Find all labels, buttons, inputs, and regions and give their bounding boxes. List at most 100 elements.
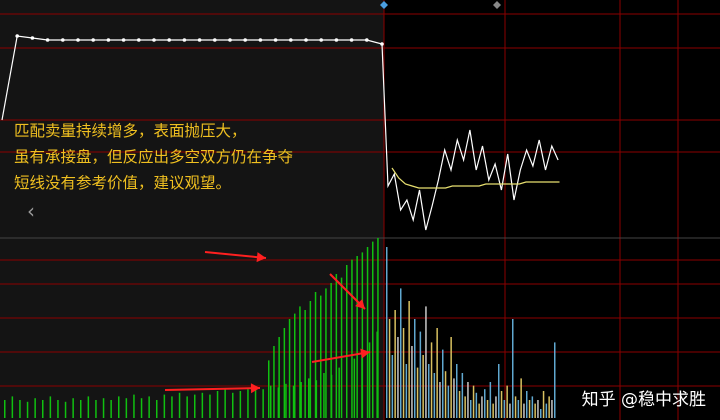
volume-bar: [49, 396, 52, 418]
price-point: [121, 38, 126, 42]
volume-bar: [467, 382, 469, 418]
volume-bar: [42, 400, 44, 418]
volume-bar: [554, 342, 556, 418]
volume-bar: [430, 342, 433, 418]
volume-bar: [57, 400, 59, 418]
intraday-chart: [0, 0, 720, 420]
volume-bar: [194, 394, 196, 418]
volume-bar: [361, 252, 364, 418]
volume-bar: [285, 383, 287, 418]
volume-bar: [464, 396, 466, 418]
volume-bar: [470, 400, 472, 418]
volume-bar: [486, 400, 489, 418]
volume-bar: [411, 346, 413, 418]
volume-bar: [278, 337, 280, 418]
volume-bar: [325, 288, 327, 418]
volume-bar: [216, 391, 219, 418]
volume-bar: [186, 396, 188, 418]
annotation-line-1: 匹配卖量持续增多，表面抛压大，: [14, 122, 247, 140]
volume-bar: [500, 391, 503, 418]
volume-bar: [320, 295, 322, 418]
volume-bar: [512, 319, 514, 418]
volume-bar: [304, 310, 306, 418]
volume-bar: [517, 400, 520, 418]
volume-bar: [447, 385, 450, 418]
volume-bar: [551, 400, 553, 418]
volume-bar: [520, 378, 522, 418]
volume-bar: [273, 346, 275, 418]
volume-bar: [283, 328, 286, 418]
volume-bar: [503, 400, 506, 418]
volume-bar: [247, 389, 249, 418]
volume-bar: [338, 367, 340, 418]
price-point: [45, 38, 50, 42]
volume-bar: [163, 394, 166, 418]
price-point: [106, 38, 111, 42]
chart-panel: 匹配卖量持续增多，表面抛压大， 虽有承接盘，但反应出多空双方仍在争夺 短线没有参…: [0, 0, 720, 420]
volume-bar: [294, 313, 296, 418]
volume-bar: [498, 364, 500, 418]
volume-bar: [478, 403, 480, 418]
volume-bar: [416, 367, 419, 418]
volume-bar: [268, 360, 270, 418]
volume-bar: [456, 364, 458, 418]
volume-bar: [95, 400, 97, 418]
volume-bar: [514, 396, 517, 418]
volume-bar: [377, 238, 379, 418]
volume-bar: [335, 274, 338, 418]
price-point: [152, 38, 156, 42]
volume-bar: [102, 398, 105, 418]
volume-bar: [492, 403, 494, 418]
volume-bar: [534, 403, 536, 418]
diamond-marker: [493, 1, 501, 9]
chevron-left-icon[interactable]: ‹: [20, 198, 42, 224]
watermark: 知乎 @稳中求胜: [581, 390, 706, 410]
volume-bar: [408, 301, 410, 418]
volume-bar: [19, 400, 21, 418]
price-point: [30, 36, 35, 40]
volume-bar: [80, 400, 82, 418]
volume-bar: [4, 400, 6, 418]
volume-bar: [372, 241, 374, 418]
volume-bar: [475, 392, 478, 418]
volume-bar: [545, 403, 548, 418]
volume-bar: [351, 259, 353, 418]
volume-bar: [433, 373, 436, 418]
price-point: [380, 42, 384, 46]
price-point: [61, 38, 65, 42]
volume-bar: [353, 358, 356, 418]
volume-bar: [171, 396, 173, 418]
volume-bar: [330, 283, 332, 418]
price-point: [197, 38, 202, 42]
price-point: [258, 38, 263, 42]
volume-bar: [537, 400, 539, 418]
price-point: [289, 38, 293, 42]
volume-bar: [262, 389, 264, 418]
volume-bar: [394, 310, 396, 418]
volume-bar: [528, 400, 531, 418]
volume-bar: [340, 277, 343, 418]
price-point: [91, 38, 95, 42]
volume-bar: [224, 389, 226, 418]
price-point: [273, 38, 278, 42]
volume-bar: [11, 396, 14, 418]
volume-bar: [288, 319, 291, 418]
volume-bar: [110, 400, 112, 418]
volume-bar: [356, 256, 358, 418]
volume-bar: [34, 398, 36, 418]
volume-bar: [461, 373, 464, 418]
volume-bar: [523, 403, 525, 418]
volume-bar: [118, 396, 120, 418]
volume-bar: [323, 373, 325, 418]
volume-bar: [542, 391, 545, 418]
volume-bar: [254, 387, 257, 418]
volume-bar: [484, 389, 486, 418]
volume-bar: [495, 396, 497, 418]
price-point: [319, 38, 324, 42]
price-point: [76, 38, 80, 42]
volume-bar: [439, 382, 441, 418]
price-point: [304, 38, 308, 42]
volume-bar: [531, 396, 534, 418]
volume-bar: [232, 392, 234, 418]
volume-bar: [156, 400, 158, 418]
